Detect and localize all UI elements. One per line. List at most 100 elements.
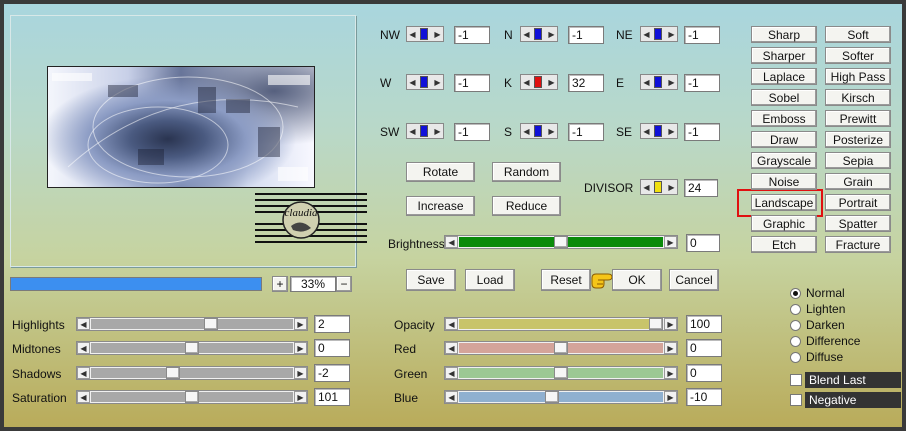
matrix-thumb[interactable] [420,28,428,40]
checkbox[interactable] [790,374,802,386]
color-thumb[interactable] [554,367,568,379]
arrow-right-icon[interactable]: ▶ [667,125,676,137]
preset-posterize-button[interactable]: Posterize [825,131,891,148]
matrix-thumb[interactable] [654,28,662,40]
matrix-field-e[interactable]: -1 [684,74,720,92]
matrix-field-sw[interactable]: -1 [454,123,490,141]
arrow-left-icon[interactable]: ◀ [445,318,458,330]
matrix-spinner-ne[interactable]: ◀ ▶ [640,26,678,42]
brightness-thumb[interactable] [554,236,568,248]
rotate-button[interactable]: Rotate [406,162,475,182]
arrow-right-icon[interactable]: ▶ [547,28,556,40]
tone-slider[interactable]: ◀ ▶ [76,366,308,380]
divisor-spinner[interactable]: ◀ ▶ [640,179,678,195]
arrow-right-icon[interactable]: ▶ [294,391,307,403]
tone-slider[interactable]: ◀ ▶ [76,317,308,331]
save-button[interactable]: Save [406,269,456,291]
checkbox[interactable] [790,394,802,406]
preset-landscape-button[interactable]: Landscape [751,194,817,211]
matrix-spinner-nw[interactable]: ◀ ▶ [406,26,444,42]
arrow-right-icon[interactable]: ▶ [547,125,556,137]
preset-grayscale-button[interactable]: Grayscale [751,152,817,169]
arrow-left-icon[interactable]: ◀ [642,76,651,88]
arrow-left-icon[interactable]: ◀ [445,236,458,248]
arrow-left-icon[interactable]: ◀ [77,391,90,403]
arrow-right-icon[interactable]: ▶ [667,181,676,193]
matrix-thumb[interactable] [534,28,542,40]
radio-dot[interactable] [790,319,801,331]
matrix-field-k[interactable]: 32 [568,74,604,92]
matrix-field-w[interactable]: -1 [454,74,490,92]
color-field[interactable]: 100 [686,315,722,333]
zoom-out-button[interactable]: − [336,276,352,292]
brightness-field[interactable]: 0 [686,234,720,252]
color-field[interactable]: -10 [686,388,722,406]
zoom-in-button[interactable]: + [272,276,288,292]
matrix-spinner-k[interactable]: ◀ ▶ [520,74,558,90]
arrow-right-icon[interactable]: ▶ [667,76,676,88]
color-slider[interactable]: ◀ ▶ [444,366,678,380]
preset-graphic-button[interactable]: Graphic [751,215,817,232]
color-slider[interactable]: ◀ ▶ [444,341,678,355]
color-field[interactable]: 0 [686,364,722,382]
arrow-left-icon[interactable]: ◀ [522,76,531,88]
arrow-left-icon[interactable]: ◀ [522,125,531,137]
matrix-spinner-w[interactable]: ◀ ▶ [406,74,444,90]
preset-spatter-button[interactable]: Spatter [825,215,891,232]
preset-kirsch-button[interactable]: Kirsch [825,89,891,106]
color-slider[interactable]: ◀ ▶ [444,317,678,331]
zoom-field[interactable]: 33% [290,276,336,292]
arrow-right-icon[interactable]: ▶ [433,76,442,88]
arrow-left-icon[interactable]: ◀ [445,391,458,403]
matrix-thumb[interactable] [420,76,428,88]
random-button[interactable]: Random [492,162,561,182]
preset-etch-button[interactable]: Etch [751,236,817,253]
preset-emboss-button[interactable]: Emboss [751,110,817,127]
radio-dot[interactable] [790,287,801,299]
matrix-thumb[interactable] [534,76,542,88]
blend-mode-difference[interactable]: Difference [790,334,860,348]
color-slider[interactable]: ◀ ▶ [444,390,678,404]
blend-mode-diffuse[interactable]: Diffuse [790,350,843,364]
matrix-thumb[interactable] [654,125,662,137]
tone-thumb[interactable] [185,391,199,403]
color-thumb[interactable] [649,318,663,330]
radio-dot[interactable] [790,351,801,363]
matrix-field-ne[interactable]: -1 [684,26,720,44]
tone-thumb[interactable] [166,367,181,379]
preset-portrait-button[interactable]: Portrait [825,194,891,211]
preset-soft-button[interactable]: Soft [825,26,891,43]
divisor-thumb[interactable] [654,181,662,193]
matrix-thumb[interactable] [420,125,428,137]
matrix-thumb[interactable] [534,125,542,137]
matrix-field-s[interactable]: -1 [568,123,604,141]
tone-field[interactable]: 0 [314,339,350,357]
radio-dot[interactable] [790,303,801,315]
tone-thumb[interactable] [203,318,218,330]
tone-slider[interactable]: ◀ ▶ [76,390,308,404]
tone-field[interactable]: 2 [314,315,350,333]
arrow-right-icon[interactable]: ▶ [547,76,556,88]
color-field[interactable]: 0 [686,339,722,357]
arrow-right-icon[interactable]: ▶ [667,28,676,40]
arrow-right-icon[interactable]: ▶ [664,391,677,403]
arrow-right-icon[interactable]: ▶ [664,318,677,330]
arrow-right-icon[interactable]: ▶ [664,367,677,379]
arrow-right-icon[interactable]: ▶ [433,125,442,137]
arrow-right-icon[interactable]: ▶ [294,318,307,330]
ok-button[interactable]: OK [612,269,662,291]
arrow-left-icon[interactable]: ◀ [408,125,417,137]
blend-mode-lighten[interactable]: Lighten [790,302,845,316]
preset-draw-button[interactable]: Draw [751,131,817,148]
arrow-right-icon[interactable]: ▶ [433,28,442,40]
matrix-spinner-s[interactable]: ◀ ▶ [520,123,558,139]
matrix-spinner-n[interactable]: ◀ ▶ [520,26,558,42]
blend-mode-darken[interactable]: Darken [790,318,845,332]
preset-prewitt-button[interactable]: Prewitt [825,110,891,127]
arrow-left-icon[interactable]: ◀ [408,76,417,88]
arrow-left-icon[interactable]: ◀ [77,367,90,379]
arrow-left-icon[interactable]: ◀ [642,28,651,40]
matrix-field-n[interactable]: -1 [568,26,604,44]
check-negative[interactable]: Negative [790,392,901,408]
preset-noise-button[interactable]: Noise [751,173,817,190]
